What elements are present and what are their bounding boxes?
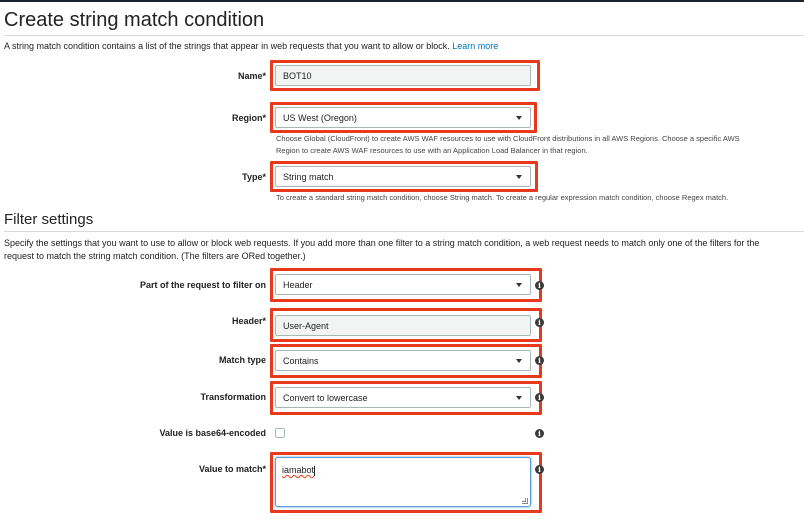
match-type-label: Match type [218,355,266,365]
chevron-down-icon [516,174,522,179]
base64-checkbox[interactable] [275,428,285,438]
match-type-select[interactable]: Contains [275,350,531,371]
chevron-down-icon [516,358,522,363]
chevron-down-icon [516,282,522,287]
value-to-match-label: Value to match* [198,464,266,474]
header-input[interactable]: User-Agent [275,315,531,336]
region-select[interactable]: US West (Oregon) [275,107,531,128]
value-to-match-textarea[interactable]: iamabot [275,457,531,507]
name-label: Name* [237,71,266,81]
part-select-value: Header [283,279,313,290]
name-input-value: BOT10 [283,70,312,81]
match-type-select-value: Contains [283,355,319,366]
part-label: Part of the request to filter on [139,280,266,290]
learn-more-link[interactable]: Learn more [452,41,498,51]
transformation-select[interactable]: Convert to lowercase [275,387,531,408]
top-border [0,0,804,2]
header-input-value: User-Agent [283,320,329,331]
info-icon[interactable]: i [535,465,544,474]
filter-settings-divider [4,231,804,232]
title-divider [4,35,804,36]
resize-handle-icon[interactable] [522,498,528,504]
region-select-value: US West (Oregon) [283,112,357,123]
region-help-line-1: Choose Global (CloudFront) to create AWS… [276,134,740,143]
region-help-line-2: Region to create AWS WAF resources to us… [276,146,588,155]
info-icon[interactable]: i [535,356,544,365]
info-icon[interactable]: i [535,393,544,402]
type-label: Type* [242,172,266,182]
page-description-text: A string match condition contains a list… [4,41,450,51]
filter-description-line-2: request to match the string match condit… [4,251,306,261]
transformation-select-value: Convert to lowercase [283,392,368,403]
value-to-match-text: iamabot [282,465,315,475]
header-label: Header* [231,316,266,326]
filter-description-line-1: Specify the settings that you want to us… [4,238,760,248]
region-label: Region* [231,113,266,123]
page-description: A string match condition contains a list… [4,40,498,53]
page-title: Create string match condition [4,9,265,31]
filter-settings-heading: Filter settings [4,211,94,228]
text-cursor [314,465,316,476]
type-select[interactable]: String match [275,166,531,187]
filter-description: Specify the settings that you want to us… [4,237,802,263]
info-icon[interactable]: i [535,281,544,290]
base64-label: Value is base64-encoded [159,428,266,438]
name-input[interactable]: BOT10 [275,65,531,86]
type-select-value: String match [283,171,334,182]
type-help: To create a standard string match condit… [276,193,729,202]
info-icon[interactable]: i [535,318,544,327]
chevron-down-icon [516,115,522,120]
chevron-down-icon [516,395,522,400]
info-icon[interactable]: i [535,429,544,438]
region-help: Choose Global (CloudFront) to create AWS… [276,133,740,157]
transformation-label: Transformation [200,392,266,402]
part-select[interactable]: Header [275,274,531,295]
